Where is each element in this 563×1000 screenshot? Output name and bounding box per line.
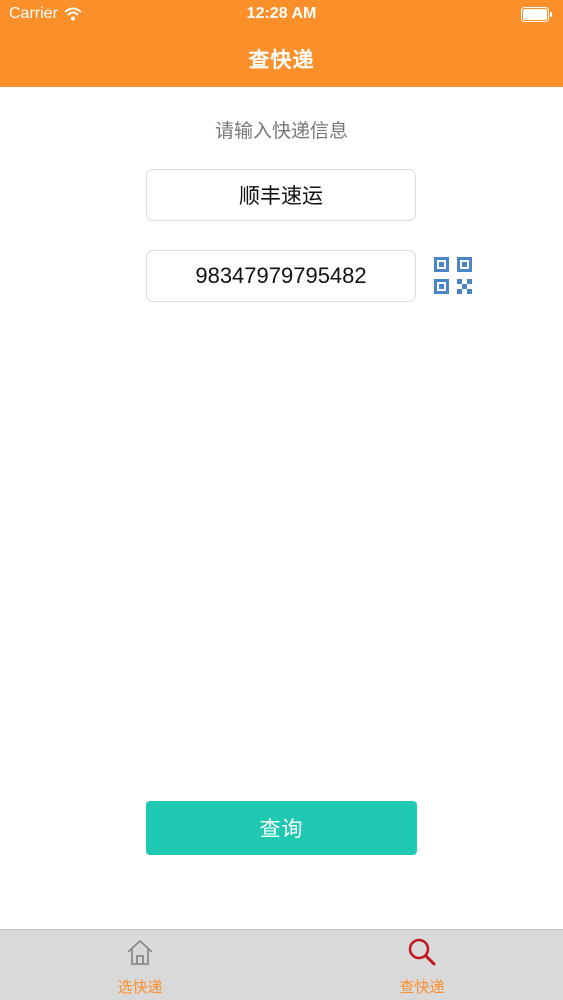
tab-query-courier-label: 查快递 <box>399 978 445 996</box>
tab-select-courier-label: 选快递 <box>117 978 163 996</box>
tab-bar: 选快递 查快递 <box>0 929 563 1000</box>
tab-select-courier[interactable]: 选快递 <box>80 930 200 1000</box>
form-prompt: 请输入快递信息 <box>214 120 348 142</box>
status-time: 12:28 AM <box>246 5 317 22</box>
page-title: 查快递 <box>248 47 315 72</box>
query-button[interactable]: 查询 <box>146 801 417 855</box>
home-icon <box>127 940 153 965</box>
courier-company-field[interactable]: 顺丰速运 <box>146 169 416 221</box>
tracking-number-field[interactable]: 98347979795482 <box>146 250 416 302</box>
nav-bar: 查快递 <box>0 30 563 87</box>
status-bar: Carrier 12:28 AM <box>0 0 563 30</box>
search-icon <box>408 938 436 966</box>
battery-icon <box>521 7 552 22</box>
tab-query-courier[interactable]: 查快递 <box>362 930 482 1000</box>
qr-scan-icon[interactable] <box>433 255 477 299</box>
